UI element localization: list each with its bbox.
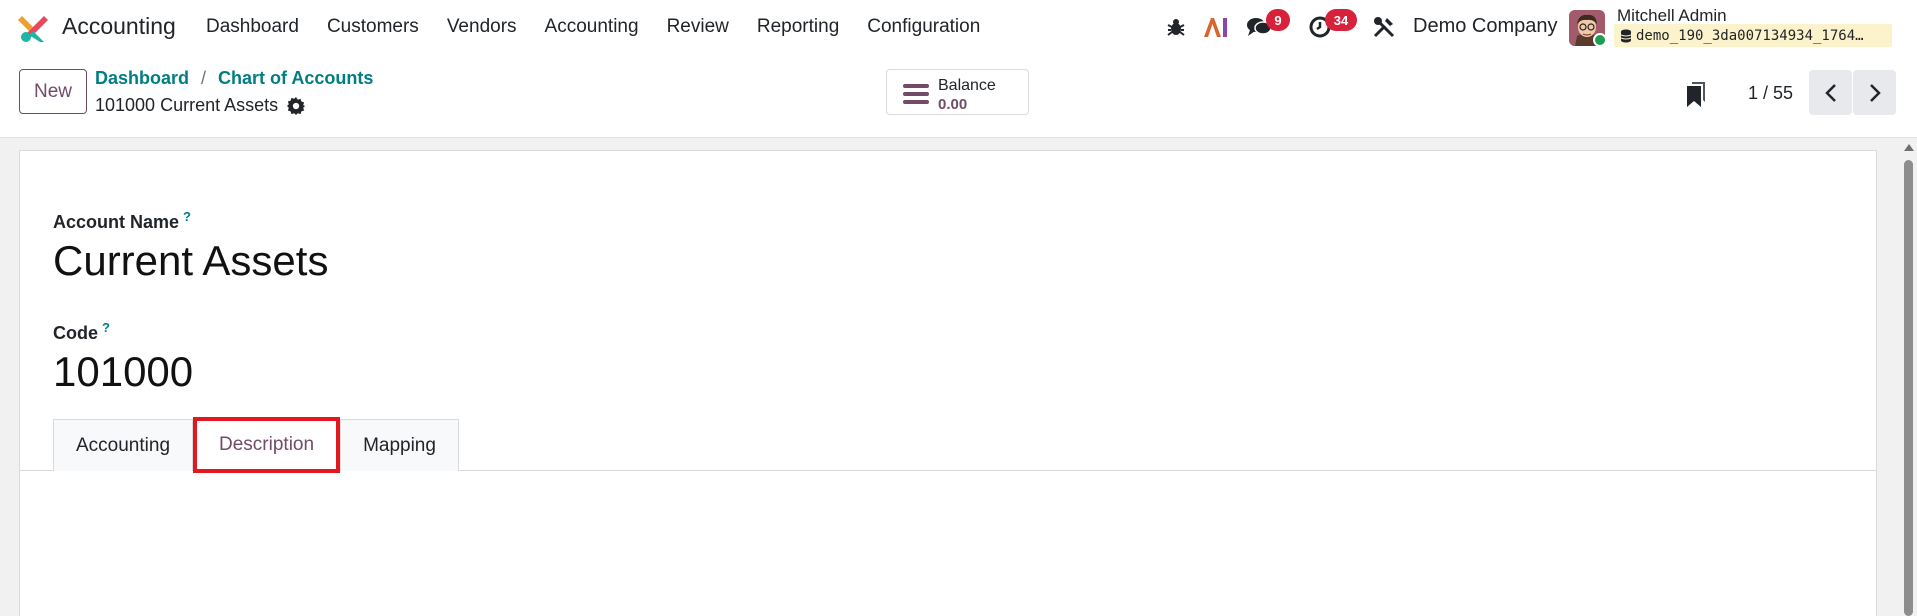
main-menu: Dashboard Customers Vendors Accounting R… (192, 0, 994, 54)
menu-reporting[interactable]: Reporting (743, 16, 853, 38)
account-name-help-icon[interactable]: ? (183, 209, 191, 224)
debug-bug-icon[interactable] (1163, 14, 1189, 40)
bookmarks-icon[interactable] (1685, 80, 1707, 108)
scroll-up-arrow-icon[interactable] (1904, 144, 1914, 151)
breadcrumb-chart-of-accounts[interactable]: Chart of Accounts (218, 68, 373, 89)
control-panel: New Dashboard / Chart of Accounts 101000… (0, 54, 1917, 138)
gear-icon[interactable] (287, 96, 306, 115)
pager-next-button[interactable] (1853, 70, 1896, 115)
code-label-text: Code (53, 323, 98, 343)
menu-accounting[interactable]: Accounting (531, 16, 653, 38)
pager-previous-button[interactable] (1809, 70, 1852, 115)
breadcrumb: Dashboard / Chart of Accounts (95, 68, 373, 89)
record-title: 101000 Current Assets (95, 95, 306, 116)
tab-accounting[interactable]: Accounting (53, 419, 194, 471)
balance-smart-button[interactable]: Balance 0.00 (886, 69, 1029, 115)
chevron-right-icon (1869, 83, 1881, 102)
account-name-label: Account Name? (53, 209, 191, 233)
accounting-app-icon[interactable] (18, 13, 48, 43)
tab-description[interactable]: Description (193, 417, 341, 473)
top-navbar: Accounting Dashboard Customers Vendors A… (0, 0, 1917, 54)
menu-customers[interactable]: Customers (313, 16, 433, 38)
menu-dashboard[interactable]: Dashboard (192, 16, 313, 38)
online-status-dot (1593, 33, 1607, 47)
messages-badge: 9 (1266, 9, 1290, 31)
code-label: Code? (53, 320, 110, 344)
ai-icon[interactable] (1203, 14, 1229, 40)
database-name: demo_190_3da007134934_1764… (1636, 27, 1864, 44)
menu-review[interactable]: Review (653, 16, 743, 38)
new-button[interactable]: New (19, 69, 87, 114)
account-name-field[interactable]: Current Assets (53, 237, 328, 285)
breadcrumb-separator: / (201, 68, 207, 88)
tab-mapping[interactable]: Mapping (340, 419, 459, 471)
list-bars-icon (903, 84, 929, 104)
user-name[interactable]: Mitchell Admin (1617, 6, 1727, 26)
scroll-thumb[interactable] (1904, 160, 1913, 616)
menu-configuration[interactable]: Configuration (853, 16, 994, 38)
menu-vendors[interactable]: Vendors (433, 16, 531, 38)
code-help-icon[interactable]: ? (102, 320, 110, 335)
code-field[interactable]: 101000 (53, 348, 193, 396)
database-icon (1620, 29, 1632, 42)
database-chip: demo_190_3da007134934_1764… (1614, 24, 1892, 47)
vertical-scrollbar[interactable] (1900, 140, 1917, 616)
notebook-tabs: Accounting Description Mapping (53, 417, 459, 473)
pager-value[interactable]: 1 / 55 (1748, 83, 1793, 104)
balance-value: 0.00 (938, 96, 968, 113)
app-name[interactable]: Accounting (62, 13, 176, 40)
breadcrumb-dashboard[interactable]: Dashboard (95, 68, 189, 89)
balance-label: Balance (938, 77, 996, 94)
account-name-label-text: Account Name (53, 212, 180, 232)
company-switcher[interactable]: Demo Company (1413, 15, 1558, 38)
activities-badge: 34 (1325, 9, 1357, 31)
form-sheet: Account Name? Current Assets Code? 10100… (19, 150, 1877, 616)
settings-tools-icon[interactable] (1371, 14, 1397, 40)
chevron-left-icon (1824, 83, 1836, 102)
record-title-text: 101000 Current Assets (95, 95, 279, 115)
